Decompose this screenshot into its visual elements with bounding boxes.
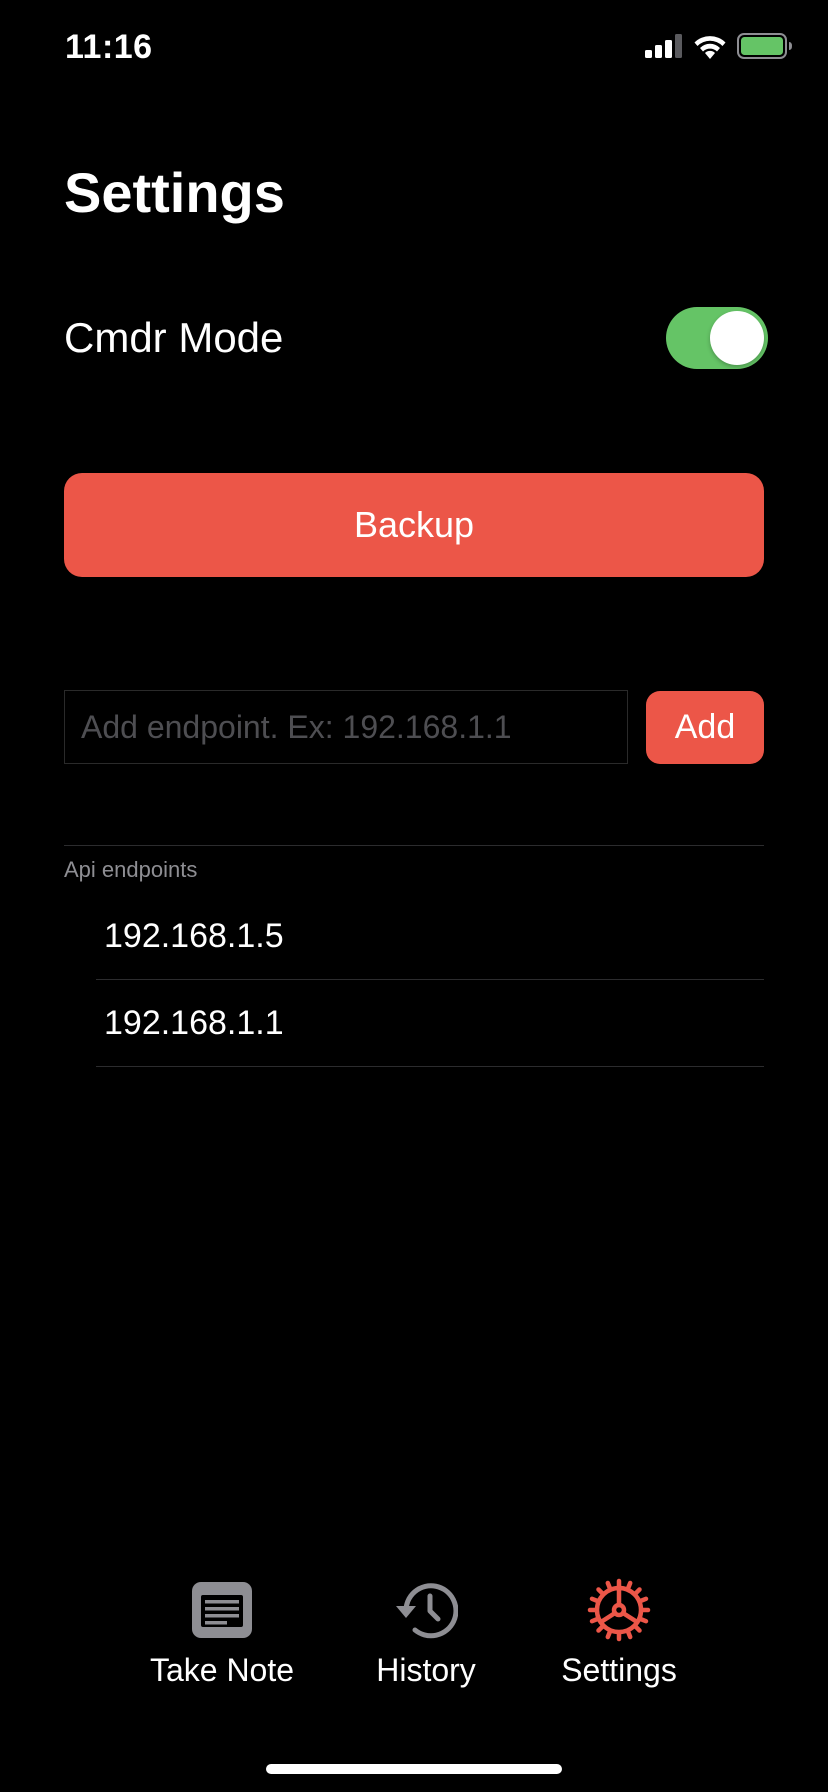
cmdr-mode-row: Cmdr Mode xyxy=(64,304,768,372)
endpoint-item[interactable]: 192.168.1.1 xyxy=(96,980,764,1067)
tab-settings[interactable]: Settings xyxy=(519,1560,719,1689)
history-icon xyxy=(396,1583,458,1639)
tab-label: History xyxy=(376,1652,476,1688)
page-title: Settings xyxy=(64,161,285,224)
endpoint-list: 192.168.1.5 192.168.1.1 xyxy=(96,893,764,1067)
cellular-signal-icon xyxy=(645,34,682,58)
status-icons xyxy=(645,33,793,59)
home-indicator xyxy=(266,1764,562,1774)
api-endpoints-header: Api endpoints xyxy=(64,857,198,882)
cmdr-mode-toggle[interactable] xyxy=(666,307,768,369)
endpoint-input[interactable] xyxy=(64,690,628,764)
tab-take-note[interactable]: Take Note xyxy=(122,1560,322,1689)
status-time: 11:16 xyxy=(65,28,153,66)
status-bar: 11:16 xyxy=(0,0,828,100)
tab-label: Settings xyxy=(561,1652,677,1688)
cmdr-mode-label: Cmdr Mode xyxy=(64,314,284,361)
wifi-icon xyxy=(694,36,726,59)
battery-icon xyxy=(737,33,792,59)
note-icon xyxy=(192,1582,252,1638)
section-divider xyxy=(64,845,764,846)
tab-label: Take Note xyxy=(149,1652,295,1688)
tab-bar: Take Note History Settings xyxy=(0,1560,828,1710)
add-endpoint-button[interactable]: Add xyxy=(646,691,764,764)
tab-history[interactable]: History xyxy=(326,1560,526,1689)
gear-icon xyxy=(587,1578,651,1642)
endpoint-item[interactable]: 192.168.1.5 xyxy=(96,893,764,980)
backup-button[interactable]: Backup xyxy=(64,473,764,577)
toggle-knob xyxy=(710,311,764,365)
